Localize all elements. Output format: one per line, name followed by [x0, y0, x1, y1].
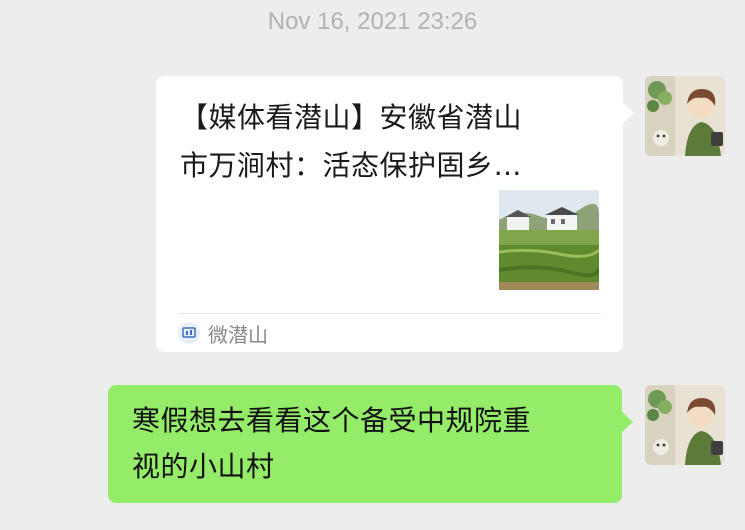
link-card-message[interactable]: 【媒体看潜山】安徽省潜山 市万涧村：活态保护固乡… 微潜山: [156, 76, 634, 352]
text-message-bubble[interactable]: 寒假想去看看这个备受中规院重 视的小山村: [108, 385, 633, 503]
link-card-title: 【媒体看潜山】安徽省潜山 市万涧村：活态保护固乡…: [180, 101, 523, 182]
link-card-source: 微潜山: [178, 319, 268, 347]
message-timestamp: Nov 16, 2021 23:26: [267, 8, 478, 35]
official-account-logo-icon: [178, 322, 200, 344]
text-message-content: 寒假想去看看这个备受中规院重 视的小山村: [132, 404, 532, 483]
link-card-divider: [178, 313, 601, 314]
user-avatar[interactable]: [645, 385, 725, 465]
user-avatar[interactable]: [645, 76, 725, 156]
link-card-source-name: 微潜山: [208, 322, 268, 347]
link-card-thumbnail: [499, 190, 599, 290]
